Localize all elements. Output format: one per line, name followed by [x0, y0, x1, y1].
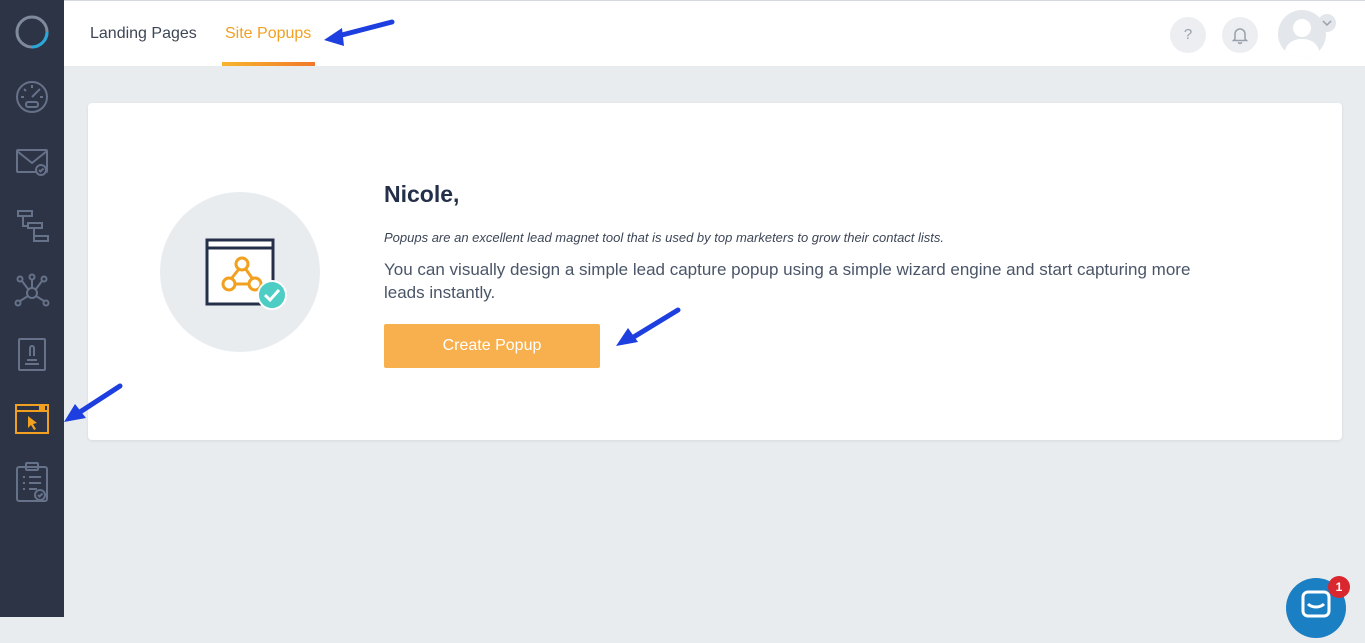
help-button[interactable]: ?: [1170, 17, 1206, 53]
description-text: You can visually design a simple lead ca…: [384, 260, 1191, 302]
loading-logo-icon[interactable]: [14, 14, 50, 50]
workflow-tree-icon[interactable]: [14, 208, 50, 244]
network-hub-icon[interactable]: [14, 273, 50, 309]
form-document-icon[interactable]: [14, 336, 50, 372]
create-popup-button[interactable]: Create Popup: [384, 324, 600, 368]
popup-intro-card: Nicole, Popups are an excellent lead mag…: [88, 103, 1342, 440]
intro-text: Popups are an excellent lead magnet tool…: [384, 230, 945, 245]
email-campaign-icon[interactable]: [14, 143, 50, 179]
help-icon: ?: [1183, 26, 1193, 43]
popup-webhook-check-icon: [205, 238, 287, 310]
tab-site-popups[interactable]: Site Popups: [225, 1, 311, 66]
top-bar: Landing Pages Site Popups ?: [64, 0, 1365, 66]
tab-landing-pages[interactable]: Landing Pages: [90, 1, 197, 66]
site-popup-icon[interactable]: [14, 402, 50, 438]
active-tab-indicator: [222, 62, 315, 66]
checklist-clipboard-icon[interactable]: [14, 462, 50, 504]
dashboard-gauge-icon[interactable]: [14, 79, 50, 115]
bell-icon: [1231, 28, 1249, 45]
notifications-button[interactable]: [1222, 17, 1258, 53]
chevron-down-icon[interactable]: [1318, 14, 1336, 32]
sidebar-nav: [0, 0, 64, 617]
greeting-heading: Nicole,: [384, 181, 460, 207]
illustration-circle: [160, 192, 320, 352]
chat-badge: 1: [1328, 576, 1350, 598]
